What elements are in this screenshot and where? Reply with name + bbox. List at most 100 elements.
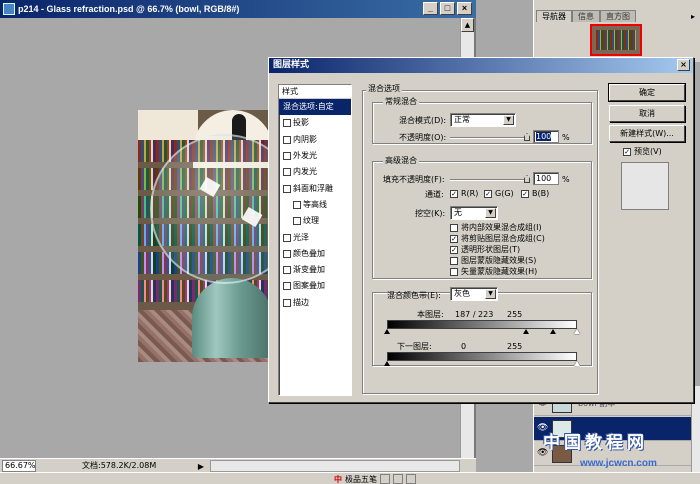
opacity-slider[interactable] (450, 133, 530, 141)
blend-if-select[interactable]: 灰色 ▼ (450, 287, 498, 301)
minimize-button[interactable]: _ (423, 2, 438, 15)
check-icon[interactable]: ✓ (450, 234, 458, 243)
advanced-option-checkbox[interactable]: 图层蒙版隐藏效果(S) (450, 255, 536, 266)
style-item[interactable]: 描边 (279, 295, 351, 311)
style-item[interactable]: 图案叠加 (279, 278, 351, 294)
style-item[interactable]: 内阴影 (279, 132, 351, 148)
advanced-option-label: 透明形状图层(T) (461, 245, 521, 254)
style-item-label: 等高线 (303, 199, 327, 209)
blend-mode-select[interactable]: 正常 ▼ (450, 113, 516, 127)
this-layer-max: 255 (507, 310, 523, 319)
style-item-label: 纹理 (303, 216, 319, 226)
check-icon[interactable]: ✓ (450, 189, 458, 198)
style-item[interactable]: 斜面和浮雕 (279, 180, 351, 196)
style-checkbox[interactable] (293, 217, 301, 226)
dialog-titlebar[interactable]: 图层样式 × (269, 58, 693, 73)
taskbar: 中 极品五笔 (0, 472, 700, 484)
document-canvas[interactable] (138, 110, 272, 362)
tab-navigator[interactable]: 导航器 (536, 10, 572, 22)
check-icon[interactable] (450, 223, 458, 232)
chevron-down-icon[interactable]: ▼ (503, 115, 514, 125)
style-checkbox[interactable] (283, 266, 291, 275)
style-checkbox[interactable] (283, 135, 291, 144)
advanced-option-checkbox[interactable]: 将内部效果混合成组(I) (450, 222, 542, 233)
style-item-label: 渐变叠加 (293, 265, 325, 275)
channel-r-checkbox[interactable]: ✓ R(R) (450, 189, 478, 198)
style-item[interactable]: 内发光 (279, 164, 351, 180)
close-button[interactable]: × (457, 2, 472, 15)
style-item[interactable]: 光泽 (279, 229, 351, 245)
check-icon[interactable] (450, 267, 458, 276)
preview-checkbox[interactable]: ✓ 预览(V) (623, 146, 662, 157)
style-item[interactable]: 渐变叠加 (279, 262, 351, 278)
style-checkbox[interactable] (293, 200, 301, 209)
ime-button[interactable] (406, 474, 416, 484)
ime-button[interactable] (380, 474, 390, 484)
blend-mode-value: 正常 (454, 115, 470, 124)
ime-toolbar[interactable]: 中 极品五笔 (334, 473, 416, 484)
channel-g-checkbox[interactable]: ✓ G(G) (484, 189, 514, 198)
channel-r-label: R(R) (461, 189, 479, 198)
document-size-info: 文档:578.2K/2.08M (82, 461, 157, 470)
dialog-close-button[interactable]: × (677, 59, 690, 71)
style-checkbox[interactable] (283, 282, 291, 291)
style-checkbox[interactable] (283, 298, 291, 307)
tab-info[interactable]: 信息 (572, 10, 600, 22)
advanced-option-label: 图层蒙版隐藏效果(S) (461, 256, 537, 265)
check-icon[interactable]: ✓ (623, 147, 631, 156)
document-titlebar[interactable]: p214 - Glass refraction.psd @ 66.7% (bow… (0, 0, 476, 18)
advanced-option-checkbox[interactable]: ✓ 透明形状图层(T) (450, 244, 520, 255)
style-list-header[interactable]: 样式 (279, 85, 351, 99)
knockout-select[interactable]: 无 ▼ (450, 206, 498, 220)
style-item[interactable]: 投影 (279, 115, 351, 131)
underlying-white-slider[interactable] (574, 361, 580, 366)
ime-button[interactable] (393, 474, 403, 484)
style-checkbox[interactable] (283, 119, 291, 128)
style-checkbox[interactable] (283, 168, 291, 177)
advanced-option-label: 将剪贴图层混合成组(C) (461, 234, 545, 243)
check-icon[interactable]: ✓ (484, 189, 492, 198)
style-checkbox[interactable] (283, 184, 291, 193)
zoom-level-field[interactable]: 66.67% (2, 460, 36, 472)
check-icon[interactable]: ✓ (521, 189, 529, 198)
navigator-thumbnail[interactable] (590, 24, 642, 56)
scroll-up-arrow-icon[interactable]: ▲ (461, 18, 474, 32)
cancel-button[interactable]: 取消 (609, 105, 685, 122)
style-item[interactable]: 纹理 (279, 213, 351, 229)
style-checkbox[interactable] (283, 233, 291, 242)
style-checkbox[interactable] (283, 152, 291, 161)
this-layer-white-split-slider[interactable] (550, 329, 557, 334)
preview-label: 预览(V) (634, 147, 662, 156)
chevron-down-icon[interactable]: ▼ (485, 289, 496, 299)
underlying-black-slider[interactable] (384, 361, 390, 366)
fill-opacity-slider[interactable] (450, 175, 530, 183)
ime-chinese-icon[interactable]: 中 (334, 474, 342, 484)
fill-opacity-input[interactable]: 100 (533, 172, 559, 185)
document-horizontal-scrollbar[interactable] (210, 460, 460, 472)
style-checkbox[interactable] (283, 249, 291, 258)
style-item[interactable]: 外发光 (279, 148, 351, 164)
this-layer-black-split-slider[interactable] (523, 329, 530, 334)
status-menu-arrow-icon[interactable]: ▶ (195, 460, 207, 472)
chevron-down-icon[interactable]: ▼ (485, 208, 496, 218)
check-icon[interactable]: ✓ (450, 245, 458, 254)
check-icon[interactable] (450, 256, 458, 265)
style-item[interactable]: 等高线 (279, 197, 351, 213)
ok-button[interactable]: 确定 (608, 83, 686, 102)
style-preview-swatch (621, 162, 669, 210)
channel-b-checkbox[interactable]: ✓ B(B) (521, 189, 549, 198)
new-style-button[interactable]: 新建样式(W)... (609, 125, 685, 142)
panel-menu-arrow-icon[interactable]: ▸ (688, 12, 698, 22)
advanced-option-checkbox[interactable]: ✓ 将剪贴图层混合成组(C) (450, 233, 545, 244)
opacity-input[interactable]: 100 (533, 130, 559, 143)
maximize-button[interactable]: □ (440, 2, 455, 15)
advanced-option-checkbox[interactable]: 矢量蒙版隐藏效果(H) (450, 266, 537, 277)
this-layer-black-slider[interactable] (384, 329, 390, 334)
knockout-label: 挖空(K): (415, 209, 446, 218)
knockout-value: 无 (454, 208, 462, 217)
tab-histogram[interactable]: 直方图 (600, 10, 636, 22)
style-item[interactable]: 颜色叠加 (279, 246, 351, 262)
style-item[interactable]: 混合选项:自定 (279, 99, 351, 116)
general-blending-heading: 常规混合 (383, 97, 419, 107)
this-layer-white-slider[interactable] (574, 329, 580, 334)
